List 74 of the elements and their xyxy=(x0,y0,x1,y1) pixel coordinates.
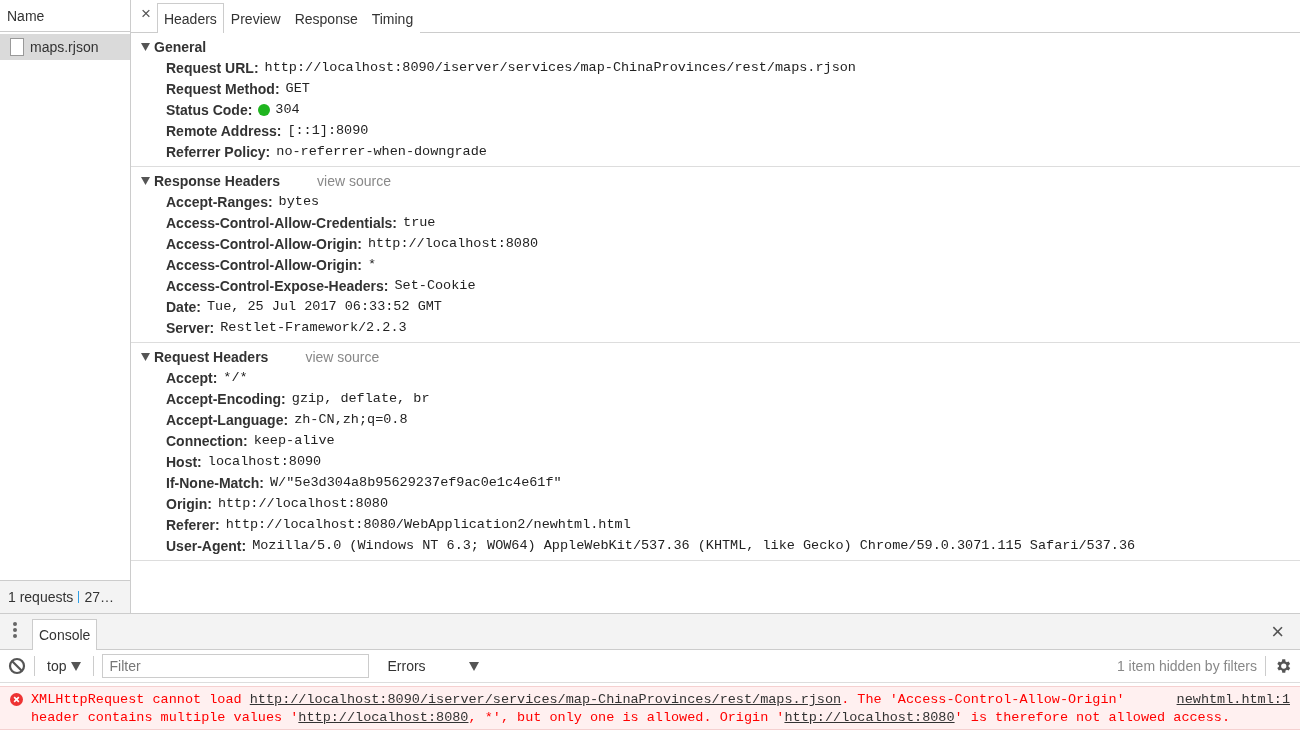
header-name: Date: xyxy=(166,298,201,315)
section-title[interactable]: Request Headers xyxy=(154,348,269,365)
header-name: Referer: xyxy=(166,516,220,533)
header-value: http://localhost:8080 xyxy=(217,496,389,511)
header-name: Access-Control-Allow-Credentials: xyxy=(166,214,398,231)
header-value: */* xyxy=(223,370,248,385)
close-button[interactable]: × xyxy=(135,4,157,32)
drawer-tab[interactable]: Console xyxy=(32,619,98,650)
section-title[interactable]: General xyxy=(154,38,207,55)
disclosure-triangle-icon[interactable] xyxy=(141,42,150,51)
header-value: http://localhost:8080 xyxy=(368,236,539,251)
header-name: Referrer Policy: xyxy=(166,143,271,160)
header-value: zh-CN,zh;q=0.8 xyxy=(294,412,408,427)
view-source-link[interactable]: view source xyxy=(317,172,391,189)
error-text: XMLHttpRequest cannot load http://localhost:8090/iserver/services/map-ChinaProvinces/rest/maps.rjson. The 'Access-Control-Allow-Origin' xyxy=(31,691,1125,709)
header-value: bytes xyxy=(278,194,320,209)
header-name: Server: xyxy=(166,319,215,336)
more-menu-icon[interactable] xyxy=(12,621,18,639)
header-value: Mozilla/5.0 (Windows NT 6.3; WOW64) AppleWebKit/537.36 (KHTML, like Gecko) Chrome/59.0.3071.115 Safari/537.36 xyxy=(252,538,1136,553)
header-name: Host: xyxy=(166,453,202,470)
source-link[interactable]: newhtml.html:1 xyxy=(1176,691,1290,709)
url-link[interactable]: http://localhost:8090/iserver/services/map-ChinaProvinces/rest/maps.rjson xyxy=(249,692,842,707)
header-value: localhost:8090 xyxy=(207,454,322,469)
header-value: http://localhost:8080/WebApplication2/newhtml.html xyxy=(225,517,631,532)
disclosure-triangle-icon[interactable] xyxy=(141,176,150,185)
header-value: GET xyxy=(285,81,310,96)
dropdown-arrow-icon xyxy=(469,661,480,671)
header-value: gzip, deflate, br xyxy=(291,391,430,406)
error-icon xyxy=(10,693,23,706)
url-link[interactable]: http://localhost:8080 xyxy=(784,710,955,725)
header-name: Remote Address: xyxy=(166,122,282,139)
section-title[interactable]: Response Headers xyxy=(154,172,281,189)
header-name: Origin: xyxy=(166,495,212,512)
url-link[interactable]: http://localhost:8080 xyxy=(298,710,469,725)
header-name: Access-Control-Expose-Headers: xyxy=(166,277,389,294)
file-icon xyxy=(10,38,24,56)
request-item[interactable]: maps.rjson xyxy=(0,34,130,60)
context-selector[interactable]: top xyxy=(43,658,86,674)
transfer-size: 27… xyxy=(84,589,114,605)
header-value: 304 xyxy=(275,102,300,117)
header-name: Accept-Language: xyxy=(166,411,289,428)
level-selector[interactable]: Errors xyxy=(379,658,480,674)
clear-console-icon[interactable] xyxy=(8,657,26,675)
header-value: Set-Cookie xyxy=(394,278,476,293)
header-name: If-None-Match: xyxy=(166,474,264,491)
error-text: header contains multiple values 'http://localhost:8080, *', but only one is allowed. Origin 'http://localhost:8080' is therefore not allowed access. xyxy=(31,709,1231,727)
header-name: Accept-Ranges: xyxy=(166,193,273,210)
header-name: Accept-Encoding: xyxy=(166,390,286,407)
header-value: true xyxy=(403,215,436,230)
header-name: Access-Control-Allow-Origin: xyxy=(166,235,362,252)
header-value: Restlet-Framework/2.2.3 xyxy=(220,320,407,335)
header-name: Connection: xyxy=(166,432,248,449)
dropdown-arrow-icon xyxy=(71,661,82,671)
close-button[interactable]: × xyxy=(1265,617,1290,646)
header-name: Accept: xyxy=(166,369,218,386)
header-name: Request Method: xyxy=(166,80,280,97)
request-count: 1 requests xyxy=(8,589,74,605)
tab[interactable]: Headers xyxy=(156,3,224,33)
header-value: keep-alive xyxy=(253,433,335,448)
header-value: Tue, 25 Jul 2017 06:33:52 GMT xyxy=(207,299,442,314)
filter-field[interactable]: Filter xyxy=(102,654,370,678)
header-value: [::1]:8090 xyxy=(287,123,369,138)
header-name: Access-Control-Allow-Origin: xyxy=(166,256,362,273)
name-column-header[interactable]: Name xyxy=(0,0,130,32)
header-value: W/"5e3d304a8b95629237ef9ac0e1c4e61f" xyxy=(270,475,562,490)
view-source-link[interactable]: view source xyxy=(305,348,380,365)
header-value: * xyxy=(368,257,377,272)
header-name: Status Code: xyxy=(166,101,253,118)
header-value: http://localhost:8090/iserver/services/map-ChinaProvinces/rest/maps.rjson xyxy=(264,60,856,75)
header-name: User-Agent: xyxy=(166,537,247,554)
header-value: no-referrer-when-downgrade xyxy=(276,144,487,159)
hidden-items-note: 1 item hidden by filters xyxy=(1116,658,1257,674)
disclosure-triangle-icon[interactable] xyxy=(141,352,150,361)
header-name: Request URL: xyxy=(166,59,259,76)
